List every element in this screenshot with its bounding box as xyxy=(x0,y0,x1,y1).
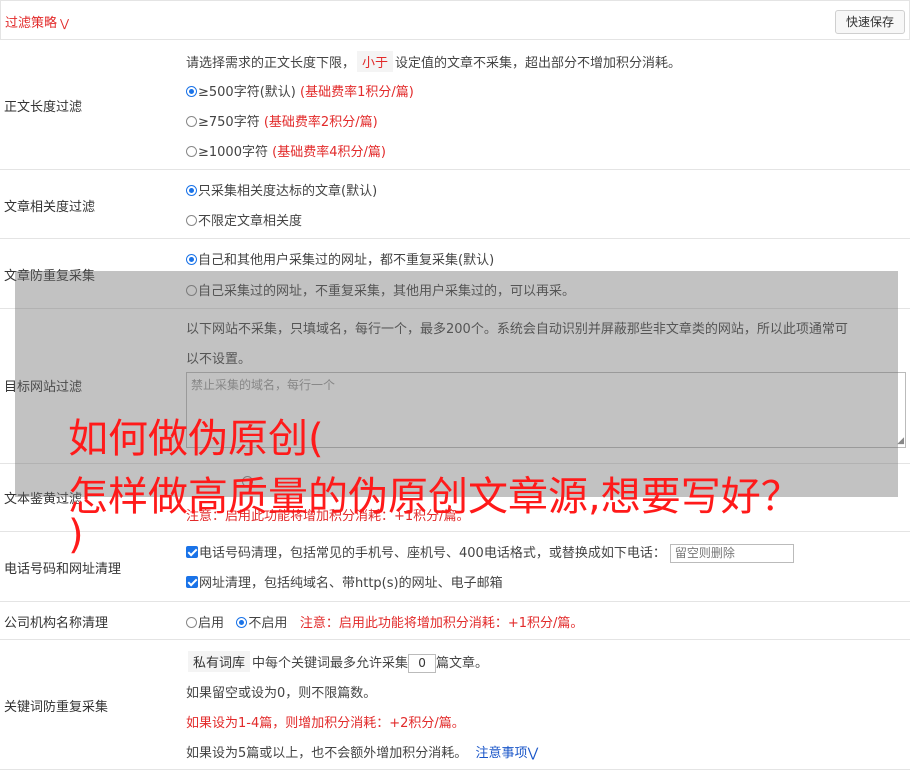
radio-selected-icon[interactable] xyxy=(186,86,197,97)
filter-strategy-title: 过滤策略 xyxy=(5,16,58,31)
length-filter-desc-prefix: 请选择需求的正文长度下限， xyxy=(186,56,356,71)
radio-icon[interactable] xyxy=(186,116,197,127)
radio-selected-icon[interactable] xyxy=(186,254,197,265)
keyword-dup-line2: 如果留空或设为0，则不限篇数。 xyxy=(186,686,377,701)
org-clean-note: 注意：启用此功能将增加积分消耗：+1积分/篇。 xyxy=(299,616,584,631)
chevron-down-double-icon: ⋁ xyxy=(60,17,70,30)
filter-strategy-header: 过滤策略 ⋁ 快速保存 xyxy=(0,0,910,40)
length-option-1000-label: ≥1000字符 xyxy=(198,145,268,160)
relevance-option-qualified-label: 只采集相关度达标的文章(默认) xyxy=(198,184,378,199)
relevance-filter-row: 文章相关度过滤 xyxy=(0,170,910,239)
length-option-750-note: (基础费率2积分/篇) xyxy=(263,115,378,130)
length-option-750[interactable]: ≥750字符 (基础费率2积分/篇) xyxy=(186,111,378,130)
keyword-dup-line3: 如果设为1-4篇，则增加积分消耗：+2积分/篇。 xyxy=(186,716,465,731)
length-filter-desc: 请选择需求的正文长度下限， 小于 设定值的文章不采集，超出部分不增加积分消耗。 xyxy=(186,51,681,72)
overlay-line-2: 怎样做高质量的伪原创文章源,想要写好？ xyxy=(68,474,801,520)
overlay-line-1: 如何做伪原创( xyxy=(68,416,324,462)
length-option-500-label: ≥500字符(默认) xyxy=(198,85,296,100)
dup-option-all[interactable]: 自己和其他用户采集过的网址，都不重复采集(默认) xyxy=(186,249,494,268)
keyword-dup-label: 关键词防重复采集 xyxy=(4,700,109,715)
org-clean-disable-label: 不启用 xyxy=(248,616,288,631)
overlay-headline: 如何做伪原创( 怎样做高质量的伪原创文章源,想要写好？ ) xyxy=(68,410,908,564)
org-clean-options: 启用 不启用 注意：启用此功能将增加积分消耗：+1积分/篇。 xyxy=(186,612,583,631)
keyword-dup-line4: 如果设为5篇或以上，也不会额外增加积分消耗。 注意事项⋁ xyxy=(186,742,538,761)
length-option-1000-note: (基础费率4积分/篇) xyxy=(272,145,386,160)
radio-icon[interactable] xyxy=(186,215,197,226)
org-clean-enable[interactable]: 启用 xyxy=(186,616,224,631)
keyword-dup-line1-suffix: 篇文章。 xyxy=(436,656,489,671)
private-lexicon-tag[interactable]: 私有词库 xyxy=(188,651,251,672)
radio-selected-icon[interactable] xyxy=(236,617,248,628)
quick-save-button[interactable]: 快速保存 xyxy=(835,10,905,34)
length-option-1000[interactable]: ≥1000字符 (基础费率4积分/篇) xyxy=(186,141,386,160)
relevance-option-qualified[interactable]: 只采集相关度达标的文章(默认) xyxy=(186,180,377,199)
less-than-tag: 小于 xyxy=(357,51,394,72)
filter-strategy-toggle[interactable]: 过滤策略 ⋁ xyxy=(5,12,69,31)
org-clean-enable-label: 启用 xyxy=(198,616,225,631)
max-articles-input[interactable]: 0 xyxy=(408,654,437,673)
keyword-dup-line4-text: 如果设为5篇或以上，也不会额外增加积分消耗。 xyxy=(186,746,468,761)
notes-link[interactable]: 注意事项⋁ xyxy=(476,746,539,761)
notes-link-label: 注意事项 xyxy=(475,746,528,761)
relevance-option-any[interactable]: 不限定文章相关度 xyxy=(186,210,302,229)
dup-option-all-label: 自己和其他用户采集过的网址，都不重复采集(默认) xyxy=(198,253,495,268)
radio-icon[interactable] xyxy=(186,617,197,628)
url-clean-option-label: 网址清理，包括纯域名、带http(s)的网址、电子邮箱 xyxy=(199,576,503,591)
length-option-750-label: ≥750字符 xyxy=(198,115,260,130)
keyword-dup-line1: 私有词库 中每个关键词最多允许采集 0 篇文章。 xyxy=(186,651,488,673)
keyword-dup-line1-middle: 中每个关键词最多允许采集 xyxy=(252,656,409,671)
length-filter-desc-suffix: 设定值的文章不采集，超出部分不增加积分消耗。 xyxy=(395,56,682,71)
relevance-option-any-label: 不限定文章相关度 xyxy=(198,214,303,229)
radio-selected-icon[interactable] xyxy=(186,185,197,196)
radio-icon[interactable] xyxy=(186,146,197,157)
length-option-500-note: (基础费率1积分/篇) xyxy=(300,85,414,100)
length-option-500[interactable]: ≥500字符(默认) (基础费率1积分/篇) xyxy=(186,81,414,100)
org-clean-disable[interactable]: 不启用 xyxy=(236,616,287,631)
checkbox-checked-icon[interactable] xyxy=(186,576,198,588)
relevance-filter-label: 文章相关度过滤 xyxy=(4,200,96,215)
org-clean-label: 公司机构名称清理 xyxy=(4,616,109,631)
url-clean-option[interactable]: 网址清理，包括纯域名、带http(s)的网址、电子邮箱 xyxy=(186,572,503,591)
length-filter-label: 正文长度过滤 xyxy=(4,100,83,115)
chevron-down-double-icon: ⋁ xyxy=(527,746,539,761)
